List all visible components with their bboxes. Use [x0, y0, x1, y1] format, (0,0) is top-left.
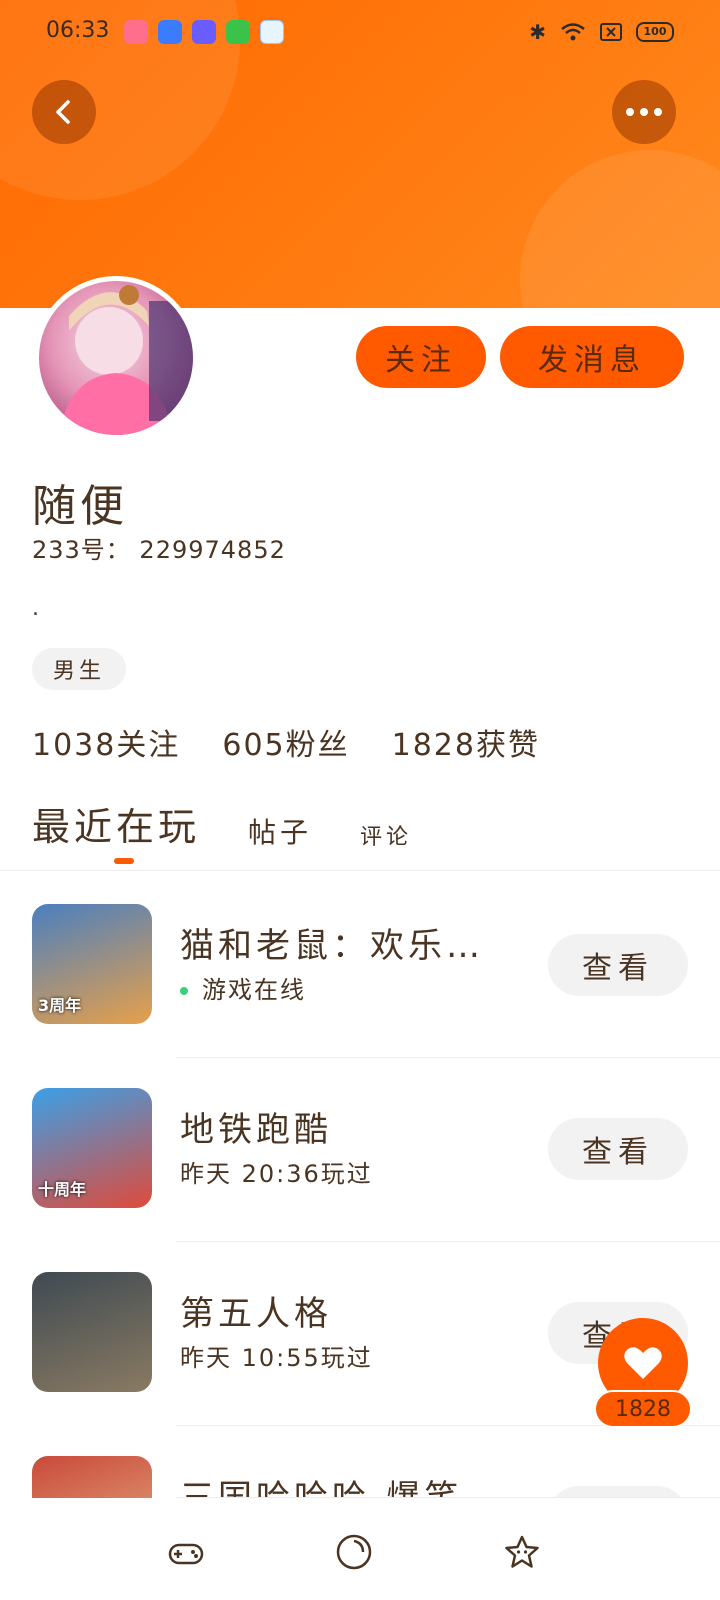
nav-gamepad-icon[interactable] — [166, 1532, 206, 1572]
profile-stats: 1038关注 605粉丝 1828获赞 — [32, 720, 540, 764]
online-dot-icon — [180, 987, 188, 995]
game-status-text: 昨天 10:55玩过 — [180, 1344, 373, 1372]
game-icon-badge: 3周年 — [38, 996, 82, 1015]
view-game-button[interactable]: 查看 — [548, 934, 688, 996]
tab-comments[interactable]: 评论 — [360, 819, 412, 851]
game-status: 游戏在线 — [180, 970, 306, 1005]
gender-tag: 男生 — [32, 648, 126, 690]
profile-uid: 233号： 229974852 — [32, 536, 286, 564]
game-list-item[interactable]: 三国哈哈哈-爆笑查看 — [0, 1426, 720, 1498]
like-count: 1828 — [594, 1390, 692, 1428]
notification-app-icon — [158, 20, 182, 44]
back-button[interactable] — [32, 80, 96, 144]
follow-button[interactable]: 关注 — [356, 326, 486, 388]
game-list-item[interactable]: 3周年 猫和老鼠：欢乐… 游戏在线 查看 — [0, 874, 720, 1058]
game-status-text: 游戏在线 — [202, 976, 306, 1004]
stat-value: 1828 — [391, 728, 476, 763]
game-status: 昨天 10:55玩过 — [180, 1338, 373, 1373]
notification-app-icon — [124, 20, 148, 44]
avatar[interactable] — [34, 276, 198, 440]
stat-following[interactable]: 1038关注 — [32, 720, 180, 764]
stat-label: 关注 — [116, 728, 181, 763]
status-bar: 06:33 ✱ 100 — [0, 0, 720, 64]
battery-icon: 100 — [636, 22, 674, 42]
divider — [0, 870, 720, 871]
chevron-left-icon — [56, 100, 70, 124]
game-title: 地铁跑酷 — [180, 1110, 332, 1150]
avatar-illustration — [59, 285, 193, 435]
game-title: 猫和老鼠：欢乐… — [180, 926, 484, 966]
view-game-button[interactable]: 查看 — [548, 1118, 688, 1180]
profile-bio: . — [32, 596, 39, 621]
tab-active-indicator — [114, 858, 134, 864]
notification-app-icon — [226, 20, 250, 44]
game-icon-badge: 十周年 — [38, 1180, 87, 1199]
game-title: 三国哈哈哈-爆笑 — [180, 1478, 463, 1498]
game-icon[interactable]: 3周年 — [32, 904, 152, 1024]
more-options-button[interactable] — [612, 80, 676, 144]
sim-off-icon — [600, 23, 622, 41]
send-message-button[interactable]: 发消息 — [500, 326, 684, 388]
heart-icon — [624, 1347, 662, 1379]
notification-app-icon — [260, 20, 284, 44]
game-icon[interactable] — [32, 1272, 152, 1392]
status-time: 06:33 — [46, 18, 110, 43]
wifi-icon — [561, 23, 585, 41]
stat-value: 1038 — [32, 728, 117, 763]
tab-recent-played[interactable]: 最近在玩 — [32, 796, 200, 851]
game-list-item[interactable]: 十周年 地铁跑酷昨天 20:36玩过 查看 — [0, 1058, 720, 1242]
stat-followers[interactable]: 605粉丝 — [222, 720, 349, 764]
notification-app-icon — [192, 20, 216, 44]
profile-tabs: 最近在玩 帖子 评论 — [32, 796, 412, 851]
nav-star-icon[interactable] — [502, 1532, 542, 1572]
game-icon[interactable] — [32, 1456, 152, 1498]
nav-discover-icon[interactable] — [334, 1532, 374, 1572]
stat-value: 605 — [222, 728, 286, 763]
stat-label: 粉丝 — [285, 728, 350, 763]
more-dots-icon — [626, 108, 662, 116]
stat-likes[interactable]: 1828获赞 — [392, 720, 540, 764]
game-title: 第五人格 — [180, 1294, 332, 1334]
tab-posts[interactable]: 帖子 — [248, 811, 312, 851]
game-status-text: 昨天 20:36玩过 — [180, 1160, 373, 1188]
game-status: 昨天 20:36玩过 — [180, 1154, 373, 1189]
stat-label: 获赞 — [475, 728, 540, 763]
game-icon[interactable]: 十周年 — [32, 1088, 152, 1208]
bluetooth-icon: ✱ — [529, 20, 546, 44]
bottom-nav — [0, 1504, 720, 1600]
row-divider — [176, 1497, 720, 1498]
profile-name: 随便 — [32, 481, 128, 532]
